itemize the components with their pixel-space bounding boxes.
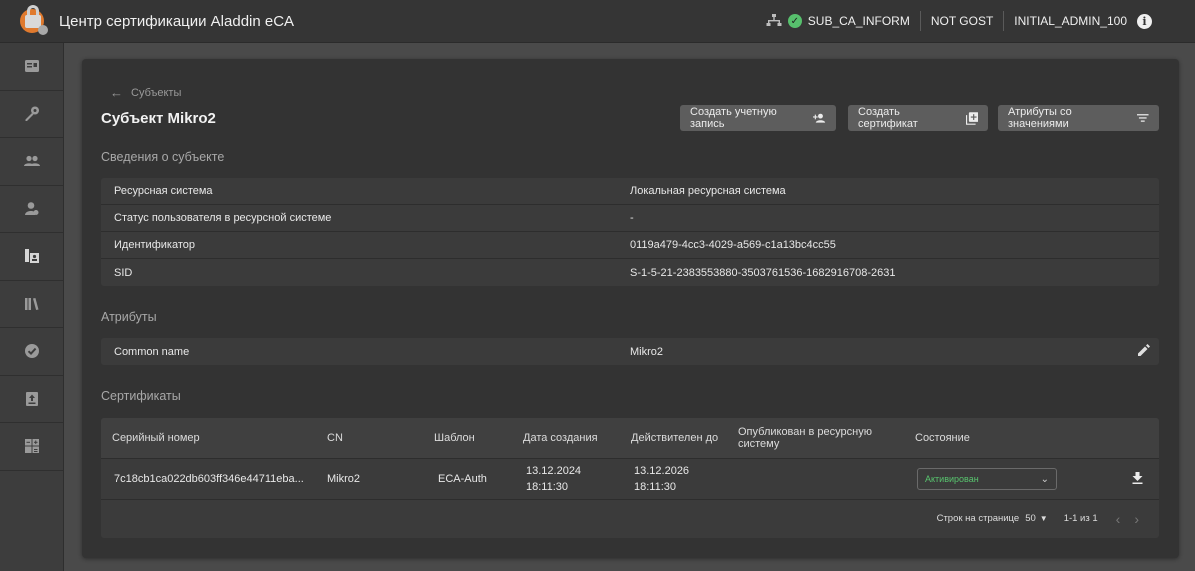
id-card-icon (24, 60, 39, 73)
create-account-label: Создать учетную запись (690, 106, 777, 130)
attributes-with-values-label: Атрибуты со значениями (1008, 106, 1072, 130)
cert-template: ECA-Auth (438, 473, 487, 485)
column-valid-until[interactable]: Действителен до (631, 432, 738, 444)
pagination: Строк на странице 50 ▼ 1-1 из 1 ‹ › (101, 500, 1159, 537)
subject-card: ← Субъекты Субъект Mikro2 Создать учетну… (82, 59, 1179, 558)
download-icon[interactable] (1132, 471, 1143, 487)
top-bar: Центр сертификации Aladdin eCA ✓ SUB_CA_… (0, 0, 1195, 43)
attributes-with-values-button[interactable]: Атрибуты со значениями (998, 105, 1159, 131)
cert-serial: 7c18cb1ca022db603ff346e44711eba... (114, 473, 304, 485)
crypto-mode: NOT GOST (930, 14, 994, 28)
hierarchy-icon (766, 14, 782, 26)
info-key: SID (114, 266, 133, 279)
info-row: Идентификатор 0119a479-4cc3-4029-a569-c1… (101, 232, 1159, 259)
info-value: Локальная ресурсная система (630, 185, 786, 197)
back-link[interactable]: ← Субъекты (110, 85, 181, 100)
app-title: Центр сертификации Aladdin eCA (59, 12, 295, 30)
ca-selector[interactable]: ✓ SUB_CA_INFORM (756, 10, 920, 32)
sidebar-item-requests[interactable] (0, 376, 63, 423)
chevron-right-icon[interactable]: › (1134, 511, 1139, 527)
column-serial[interactable]: Серийный номер (101, 432, 327, 444)
sidebar-item-users[interactable] (0, 138, 63, 186)
attribute-row: Common name Mikro2 (101, 338, 1159, 365)
certificates-table: Серийный номер CN Шаблон Дата создания Д… (101, 418, 1159, 538)
cert-valid-time: 18:11:30 (634, 481, 677, 493)
info-value: S-1-5-21-2383553880-3503761536-168291670… (630, 266, 896, 279)
edit-icon[interactable] (1129, 344, 1159, 359)
check-badge-icon (24, 344, 39, 359)
cert-created-time: 18:11:30 (526, 481, 569, 493)
page-title: Субъект Mikro2 (101, 110, 216, 127)
subjects-icon (24, 249, 39, 264)
person-add-icon (812, 113, 826, 123)
info-row: Статус пользователя в ресурсной системе … (101, 205, 1159, 232)
subject-info-title: Сведения о субъекте (101, 150, 225, 164)
create-certificate-label: Создать сертификат (858, 106, 918, 130)
sidebar-item-keys[interactable] (0, 91, 63, 138)
sidebar-item-id-card[interactable] (0, 43, 63, 91)
rows-per-page-label: Строк на странице (936, 513, 1020, 524)
sidebar-item-calculator[interactable] (0, 423, 63, 471)
cert-created-date: 13.12.2024 (526, 465, 582, 477)
cert-valid-date: 13.12.2026 (634, 465, 690, 477)
info-row: Ресурсная система Локальная ресурсная си… (101, 178, 1159, 205)
page-range: 1-1 из 1 (1063, 513, 1098, 524)
column-published[interactable]: Опубликован в ресурсную систему (738, 426, 915, 450)
check-circle-icon: ✓ (787, 14, 802, 28)
sidebar (0, 43, 64, 571)
sidebar-item-library[interactable] (0, 281, 63, 328)
cert-cn: Mikro2 (327, 473, 361, 485)
rows-per-page-select[interactable]: 50 ▼ (1025, 513, 1048, 524)
info-value: - (630, 212, 634, 224)
sidebar-item-subjects[interactable] (0, 233, 63, 281)
cert-status-cell: Активирован ⌄ (915, 468, 1115, 490)
create-certificate-button[interactable]: Создать сертификат (848, 105, 988, 131)
user-name: INITIAL_ADMIN_100 (1014, 14, 1127, 28)
back-label: Субъекты (131, 86, 182, 99)
key-icon (25, 106, 39, 121)
filter-list-icon (1137, 114, 1149, 122)
user-menu[interactable]: INITIAL_ADMIN_100 i (1004, 10, 1162, 32)
info-key: Идентификатор (114, 239, 195, 251)
info-key: Статус пользователя в ресурсной системе (114, 212, 332, 224)
column-created[interactable]: Дата создания (523, 432, 631, 444)
info-key: Ресурсная система (114, 185, 213, 197)
column-status[interactable]: Состояние (915, 432, 1115, 444)
sidebar-item-verified[interactable] (0, 328, 63, 376)
table-row[interactable]: 7c18cb1ca022db603ff346e44711eba... Mikro… (101, 459, 1159, 500)
calculator-icon (24, 439, 39, 454)
column-template[interactable]: Шаблон (434, 432, 523, 444)
library-icon (24, 297, 38, 310)
attribute-value: Mikro2 (630, 345, 664, 358)
certificates-title: Сертификаты (101, 389, 181, 403)
aladdin-logo-icon[interactable] (18, 5, 50, 37)
cert-valid: 13.12.2026 18:11:30 (631, 463, 738, 495)
upload-document-icon (25, 391, 38, 406)
chevron-left-icon[interactable]: ‹ (1116, 511, 1121, 527)
attributes-table: Common name Mikro2 (101, 338, 1159, 365)
attributes-title: Атрибуты (101, 310, 157, 324)
sidebar-item-user-certificates[interactable] (0, 186, 63, 233)
chevron-down-icon: ⌄ (1040, 473, 1049, 485)
users-icon (23, 156, 40, 167)
ca-name: SUB_CA_INFORM (807, 14, 910, 28)
subject-info-table: Ресурсная система Локальная ресурсная си… (101, 178, 1159, 286)
info-value: 0119a479-4cc3-4029-a569-c1a13bc4cc55 (630, 239, 836, 251)
create-account-button[interactable]: Создать учетную запись (680, 105, 836, 131)
status-value: Активирован (925, 474, 979, 484)
user-certificate-icon (24, 201, 38, 215)
rows-per-page-value: 50 (1025, 513, 1036, 524)
cert-created: 13.12.2024 18:11:30 (523, 463, 631, 495)
column-cn[interactable]: CN (327, 432, 434, 444)
caret-down-icon: ▼ (1039, 514, 1048, 523)
status-select[interactable]: Активирован ⌄ (917, 468, 1057, 490)
arrow-left-icon: ← (110, 85, 123, 100)
table-header: Серийный номер CN Шаблон Дата создания Д… (101, 418, 1159, 459)
info-row: SID S-1-5-21-2383553880-3503761536-16829… (101, 259, 1159, 286)
info-icon[interactable]: i (1137, 13, 1152, 29)
attribute-key: Common name (114, 345, 190, 358)
add-box-icon (965, 111, 978, 125)
